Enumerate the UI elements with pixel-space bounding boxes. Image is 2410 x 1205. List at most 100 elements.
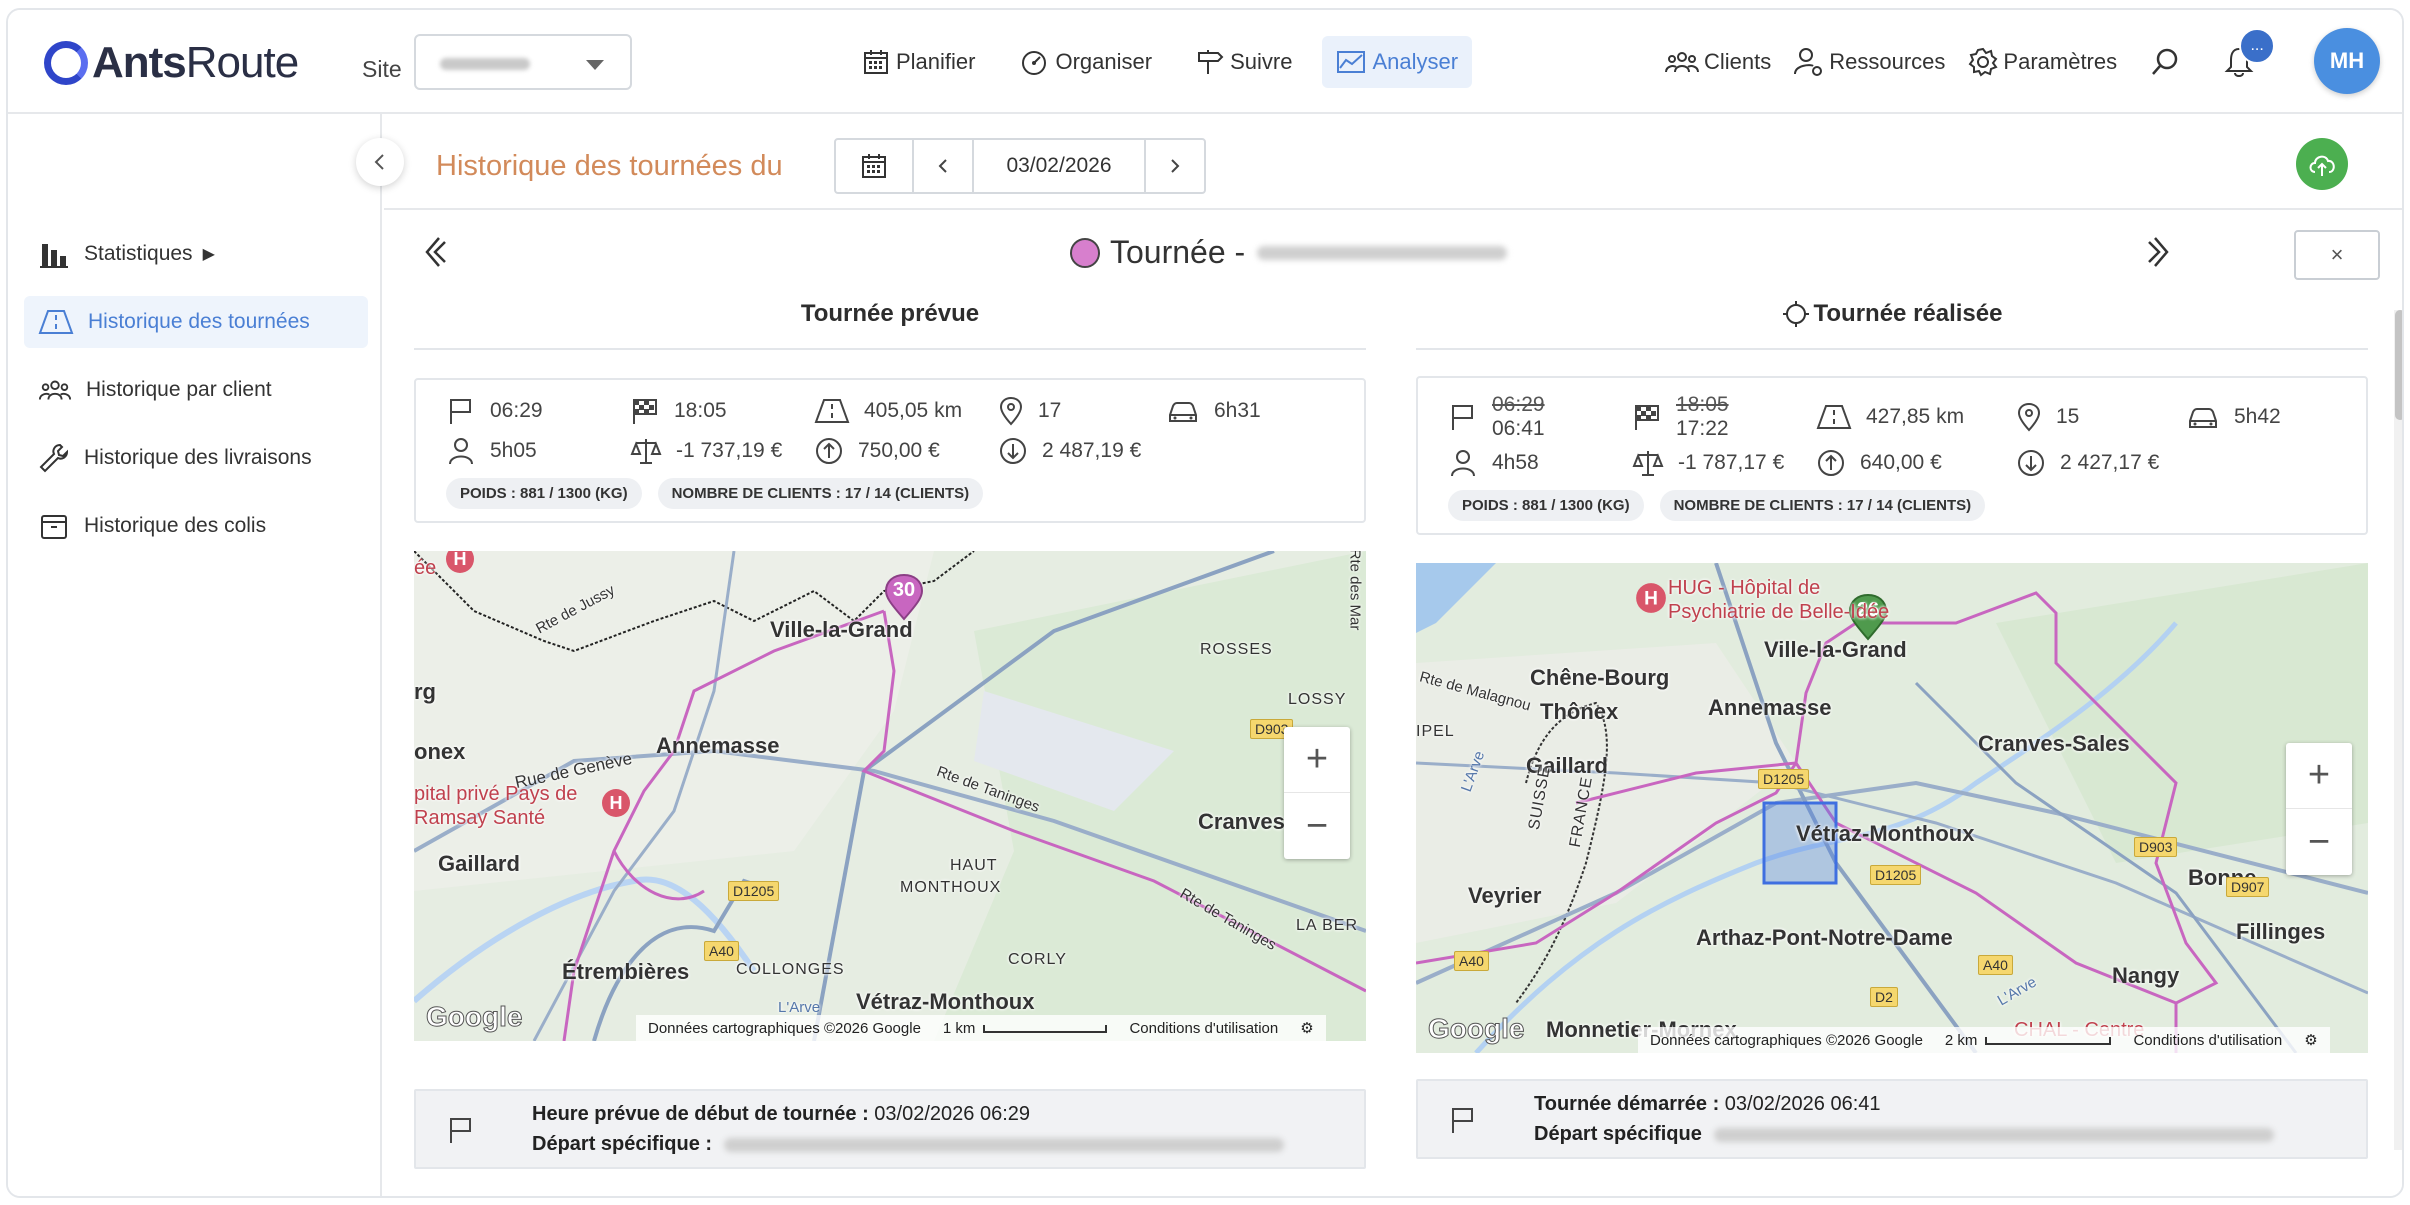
tournee-color-dot — [1070, 237, 1100, 268]
settings-small-icon[interactable]: ⚙ — [2304, 1031, 2317, 1049]
close-button[interactable]: × — [2294, 230, 2380, 280]
terms-link[interactable]: Conditions d'utilisation — [2133, 1032, 2282, 1049]
map-label: Fillinges — [2236, 919, 2326, 944]
actual-pickup-value: 640,00 € — [1860, 451, 1942, 474]
actual-end-value: 17:22 — [1676, 417, 1729, 440]
zoom-out-button[interactable]: − — [2286, 809, 2352, 875]
settings-small-icon[interactable]: ⚙ — [1300, 1019, 1313, 1037]
nav-analyser-label: Analyser — [1372, 49, 1459, 74]
svg-text:H: H — [1644, 588, 1658, 609]
date-value: 03/02/2026 — [1006, 154, 1112, 177]
actual-title: Tournée réalisée — [1416, 294, 2368, 350]
next-day-button[interactable] — [1146, 140, 1204, 192]
road-tag: D1205 — [728, 881, 780, 901]
map-label: Cranves — [1198, 809, 1285, 834]
hospital-label: Ramsay Santé — [414, 807, 546, 829]
map-label: Annemasse — [1708, 695, 1832, 720]
crosshair-icon — [1782, 301, 1809, 327]
main-scrollbar[interactable] — [2394, 310, 2402, 1150]
sidebar-item-label: Statistiques — [84, 242, 193, 265]
zoom-out-button[interactable]: − — [1284, 793, 1350, 859]
info-label: Départ spécifique — [1534, 1123, 1702, 1145]
date-picker: 03/02/2026 — [834, 138, 1206, 194]
nav-ressources[interactable]: Ressources — [1793, 36, 1945, 88]
page-title: Historique des tournées du — [436, 150, 783, 182]
sidebar-item-label: Historique par client — [86, 378, 272, 401]
sidebar-item-label: Historique des livraisons — [84, 446, 312, 469]
flag-icon — [450, 399, 471, 424]
actual-distance-value: 427,85 km — [1866, 405, 1965, 428]
planned-route-map[interactable]: 30 Ville-la-Grand ROSSES LOSSY Annemasse… — [414, 551, 1366, 1041]
flag-icon — [450, 1118, 471, 1143]
info-label: Heure prévue de début de tournée : — [532, 1103, 869, 1125]
antsroute-logo[interactable]: AntsRoute — [44, 38, 299, 88]
actual-stops-value: 15 — [2056, 405, 2080, 428]
nav-planifier[interactable]: Planifier — [848, 36, 989, 88]
terms-link[interactable]: Conditions d'utilisation — [1129, 1020, 1278, 1037]
previous-day-button[interactable] — [914, 140, 974, 192]
map-zoom-control: + − — [2286, 743, 2352, 875]
chevron-left-icon — [374, 154, 384, 170]
sidebar-item-label: Historique des tournées — [88, 310, 310, 333]
map-scale: 2 km — [1945, 1032, 2112, 1049]
nav-analyser[interactable]: Analyser — [1322, 36, 1473, 88]
notifications-button[interactable]: ... — [2213, 28, 2276, 88]
sidebar-item-historique-colis[interactable]: Historique des colis — [24, 500, 368, 552]
calendar-icon — [864, 50, 888, 74]
date-field[interactable]: 03/02/2026 — [974, 140, 1146, 192]
map-label: Annemasse — [656, 733, 780, 758]
search-icon — [2152, 48, 2178, 75]
tournee-name-redacted — [1257, 245, 1508, 260]
double-chevron-right-icon — [2148, 237, 2169, 267]
search-button[interactable] — [2139, 36, 2191, 88]
map-label: CORLY — [1008, 951, 1067, 968]
wrench-icon — [39, 443, 69, 473]
sidebar-item-statistiques[interactable]: Statistiques ▶ — [24, 228, 368, 280]
road-tag: D1205 — [1870, 865, 1922, 885]
export-button[interactable] — [2296, 138, 2348, 190]
map-pin-icon — [999, 396, 1023, 426]
hospital-icon: H — [1636, 583, 1666, 613]
avatar[interactable]: MH — [2314, 28, 2380, 94]
marker-number: 30 — [892, 579, 916, 601]
map-label: Ville-la-Grand — [1764, 637, 1907, 662]
sidebar-collapse-button[interactable] — [356, 138, 404, 186]
sidebar-item-historique-client[interactable]: Historique par client — [24, 364, 368, 416]
nav-clients[interactable]: Clients — [1664, 36, 1771, 88]
site-select[interactable] — [414, 34, 632, 90]
scrollbar-thumb[interactable] — [2395, 310, 2402, 420]
info-label: Départ spécifique : — [532, 1133, 713, 1155]
previous-tournee-button[interactable] — [414, 232, 454, 272]
box-icon — [41, 515, 67, 539]
sidebar-item-historique-tournees[interactable]: Historique des tournées — [24, 296, 368, 348]
road-icon — [1816, 405, 1852, 429]
nav-planifier-label: Planifier — [896, 49, 976, 74]
calendar-button[interactable] — [836, 140, 914, 192]
planned-stops-value: 17 — [1038, 399, 1062, 422]
road-tag: D2 — [1870, 987, 1898, 1007]
google-logo: Google — [1427, 1013, 1525, 1045]
actual-start-planned: 06:29 — [1492, 393, 1545, 416]
planned-distance-value: 405,05 km — [864, 399, 963, 422]
sidebar-item-historique-livraisons[interactable]: Historique des livraisons — [24, 432, 368, 484]
road-tag: D907 — [2226, 877, 2270, 897]
planned-delivery-value: 2 487,19 € — [1042, 439, 1142, 462]
zoom-in-button[interactable]: + — [1284, 727, 1350, 793]
actual-route-map[interactable]: 26 Chêne-Bourg Thônex Ville-la-Grand Ann… — [1416, 563, 2368, 1053]
attribution-text: Données cartographiques ©2026 Google — [1650, 1031, 1923, 1049]
next-tournee-button[interactable] — [2140, 232, 2180, 272]
actual-balance: -1 787,17 € — [1632, 446, 1816, 480]
info-label: Tournée démarrée : — [1534, 1093, 1720, 1115]
planned-end-value: 18:05 — [674, 399, 727, 422]
right-nav: Clients Ressources Paramètres ... — [1664, 28, 2276, 88]
nav-organiser[interactable]: Organiser — [1005, 36, 1166, 88]
nav-suivre[interactable]: Suivre — [1182, 36, 1306, 88]
map-marker[interactable]: 30 — [884, 573, 924, 621]
planned-drive-time: 6h31 — [1166, 394, 1326, 428]
main-nav: Planifier Organiser Suivre Analyser — [848, 36, 1473, 88]
nav-parametres[interactable]: Paramètres — [1967, 36, 2117, 88]
map-label: L'Arve — [778, 999, 821, 1016]
zoom-in-button[interactable]: + — [2286, 743, 2352, 809]
clients-count-badge: NOMBRE DE CLIENTS : 17 / 14 (CLIENTS) — [1659, 490, 1986, 521]
address-redacted — [724, 1137, 1285, 1152]
